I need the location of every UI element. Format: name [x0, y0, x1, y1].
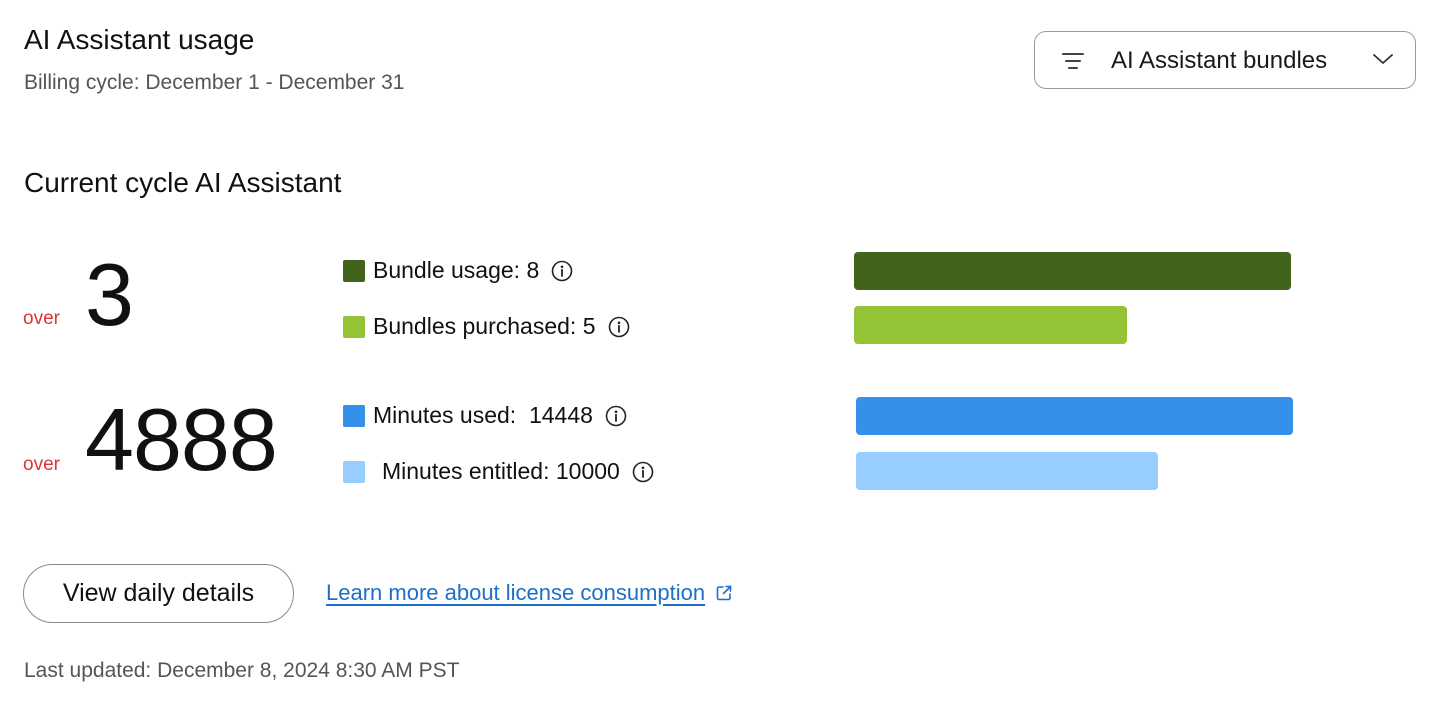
learn-more-link-label: Learn more about license consumption — [326, 580, 706, 605]
billing-cycle: Billing cycle: December 1 - December 31 — [24, 71, 405, 94]
minutes-entitled-bar — [856, 452, 1158, 490]
dropdown-label: AI Assistant bundles — [1111, 47, 1328, 74]
minutes-over-value: 4888 — [85, 390, 278, 489]
minutes-used-bar — [856, 397, 1293, 435]
bundle-usage-bar — [854, 252, 1291, 290]
bundles-over-label: over — [23, 308, 60, 329]
legend-minutes-used: Minutes used: 14448 — [343, 402, 627, 429]
minutes-entitled-swatch — [343, 460, 365, 483]
view-daily-details-button[interactable]: View daily details — [23, 564, 294, 623]
section-title: Current cycle AI Assistant — [24, 167, 342, 198]
learn-more-link[interactable]: Learn more about license consumption — [326, 580, 733, 606]
legend-minutes-entitled: Minutes entitled: 10000 — [343, 458, 654, 485]
bundles-over-value: 3 — [85, 245, 134, 344]
info-icon[interactable] — [605, 405, 627, 427]
legend-bundles-purchased: Bundles purchased: 5 — [343, 313, 630, 340]
bundle-usage-swatch — [343, 259, 365, 282]
bundle-filter-dropdown[interactable]: AI Assistant bundles — [1034, 31, 1416, 89]
info-icon[interactable] — [608, 316, 630, 338]
bundles-purchased-swatch — [343, 315, 365, 338]
external-link-icon — [716, 585, 732, 601]
bundles-purchased-bar — [854, 306, 1127, 344]
page-title: AI Assistant usage — [24, 24, 255, 55]
filter-icon — [1062, 53, 1084, 69]
bundle-usage-label: Bundle usage: 8 — [373, 257, 540, 283]
minutes-over-label: over — [23, 454, 60, 475]
info-icon[interactable] — [632, 461, 654, 483]
minutes-entitled-label: Minutes entitled: 10000 — [382, 458, 620, 484]
bundles-purchased-label: Bundles purchased: 5 — [373, 313, 596, 339]
minutes-used-swatch — [343, 404, 365, 427]
minutes-used-label: Minutes used: 14448 — [373, 402, 593, 428]
last-updated: Last updated: December 8, 2024 8:30 AM P… — [24, 659, 460, 682]
info-icon[interactable] — [551, 260, 573, 282]
chevron-down-icon — [1373, 54, 1393, 64]
legend-bundle-usage: Bundle usage: 8 — [343, 257, 573, 284]
